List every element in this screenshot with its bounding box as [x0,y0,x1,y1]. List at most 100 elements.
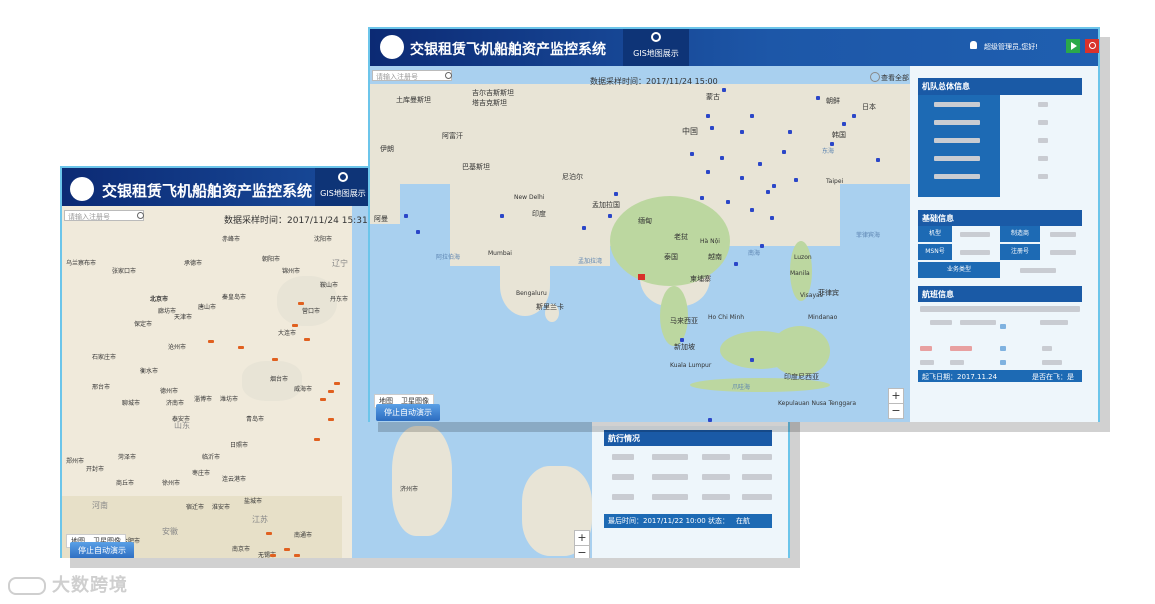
plane-marker[interactable] [706,114,710,118]
flight-footer-status: 是否在飞：是 [1032,373,1074,381]
plane-marker[interactable] [760,244,764,248]
front-header: 交银租赁飞机船舶资产监控系统 GIS地图展示 超级管理员,您好! [370,29,1099,66]
map-pin-icon [338,172,348,182]
back-voyage-panel: 航行情况 最后时间：2017/11/22 10:00 状态： 在航 [592,426,788,558]
basic-label-model: 机型 [918,226,952,242]
search-icon[interactable] [137,212,144,219]
plane-marker[interactable] [614,192,618,196]
plane-marker[interactable] [772,184,776,188]
plane-marker[interactable] [830,142,834,146]
plane-marker[interactable] [842,122,846,126]
back-stop-demo-button[interactable]: 停止自动演示 [70,542,134,558]
app-title: 交银租赁飞机船舶资产监控系统 [102,182,313,200]
ship-marker[interactable] [238,346,244,349]
user-greeting: 超级管理员,您好! [984,43,1039,51]
plane-marker[interactable] [680,338,684,342]
basic-panel-title: 基础信息 [918,210,1082,226]
globe-icon[interactable] [870,72,880,82]
ship-marker[interactable] [270,554,276,557]
tab-gis-map[interactable]: GIS地图展示 [623,29,689,66]
plane-marker[interactable] [710,126,714,130]
view-all-button[interactable]: 查看全部 [881,73,909,83]
plane-marker[interactable] [788,130,792,134]
plane-marker[interactable] [500,214,504,218]
selected-plane-marker[interactable] [638,274,645,280]
basic-label-business-type: 业务类型 [918,262,1000,278]
plane-marker[interactable] [770,216,774,220]
tab-gis-map[interactable]: GIS地图展示 [315,168,371,206]
back-voyage-footer-time: 最后时间：2017/11/22 10:00 [608,517,706,525]
plane-marker[interactable] [750,114,754,118]
ship-marker[interactable] [294,554,300,557]
plane-marker[interactable] [750,208,754,212]
front-zoom-in-button[interactable]: + [888,388,904,404]
play-icon [1071,42,1077,50]
power-icon [1088,42,1096,49]
ship-marker[interactable] [292,324,298,327]
ship-marker[interactable] [304,338,310,341]
front-timestamp: 数据采样时间：2017/11/24 15:00 [590,77,718,86]
basic-label-manufacturer: 制造商 [1000,226,1040,242]
map-pin-icon [651,32,661,42]
back-zoom-in-button[interactable]: + [574,530,590,546]
watermark: 大数跨境 [8,571,128,597]
app-logo-icon [380,35,404,59]
ship-marker[interactable] [320,398,326,401]
plane-marker[interactable] [722,88,726,92]
back-timestamp: 数据采样时间：2017/11/24 15:31 [224,216,368,226]
plane-marker[interactable] [582,226,586,230]
back-voyage-panel-title: 航行情况 [604,430,772,446]
flight-footer-date: 起飞日期：2017.11.24 [922,373,998,381]
ship-marker[interactable] [272,358,278,361]
search-icon[interactable] [445,72,452,79]
front-map[interactable]: 请输入注册号 数据采样时间：2017/11/24 15:00 查看全部 土库曼斯… [370,66,910,422]
basic-label-registration: 注册号 [1000,244,1040,260]
app-logo-icon [70,177,94,201]
ship-marker[interactable] [208,340,214,343]
front-window: 交银租赁飞机船舶资产监控系统 GIS地图展示 超级管理员,您好! 请输入注册号 … [368,27,1100,422]
plane-marker[interactable] [708,418,712,422]
front-zoom-out-button[interactable]: − [888,403,904,419]
ship-marker[interactable] [334,382,340,385]
plane-marker[interactable] [852,114,856,118]
ship-marker[interactable] [328,418,334,421]
back-voyage-footer-state-value: 在航 [736,517,750,525]
watermark-logo-icon [8,577,46,595]
ship-marker[interactable] [328,390,334,393]
front-stop-demo-button[interactable]: 停止自动演示 [376,404,440,421]
plane-marker[interactable] [726,200,730,204]
plane-marker[interactable] [720,156,724,160]
plane-marker[interactable] [876,158,880,162]
app-title: 交银租赁飞机船舶资产监控系统 [410,42,606,58]
ship-marker[interactable] [284,548,290,551]
ship-marker[interactable] [314,438,320,441]
plane-marker[interactable] [740,176,744,180]
back-zoom-out-button[interactable]: − [574,545,590,558]
user-icon [970,41,977,49]
flight-panel-title: 航班信息 [918,286,1082,302]
plane-marker[interactable] [700,196,704,200]
plane-marker[interactable] [706,170,710,174]
plane-marker[interactable] [608,214,612,218]
front-search-input[interactable]: 请输入注册号 [372,70,452,81]
plane-marker[interactable] [750,358,754,362]
basic-label-msn: MSN号 [918,244,952,260]
plane-marker[interactable] [416,230,420,234]
plane-marker[interactable] [782,150,786,154]
ship-marker[interactable] [266,532,272,535]
back-voyage-footer-state-label: 状态： [708,517,729,525]
plane-marker[interactable] [816,96,820,100]
ship-marker[interactable] [298,302,304,305]
plane-marker[interactable] [766,190,770,194]
front-side-panel: 机队总体信息 基础信息 机型 制造商 MSN号 注册号 业务类型 航班信息 起飞… [910,66,1098,422]
play-button[interactable] [1066,39,1080,53]
plane-marker[interactable] [734,262,738,266]
plane-marker[interactable] [740,130,744,134]
plane-marker[interactable] [690,152,694,156]
back-search-input[interactable]: 请输入注册号 [64,210,144,221]
power-button[interactable] [1085,39,1099,53]
plane-marker[interactable] [758,162,762,166]
plane-marker[interactable] [404,214,408,218]
fleet-panel-title: 机队总体信息 [918,78,1082,95]
plane-marker[interactable] [794,178,798,182]
